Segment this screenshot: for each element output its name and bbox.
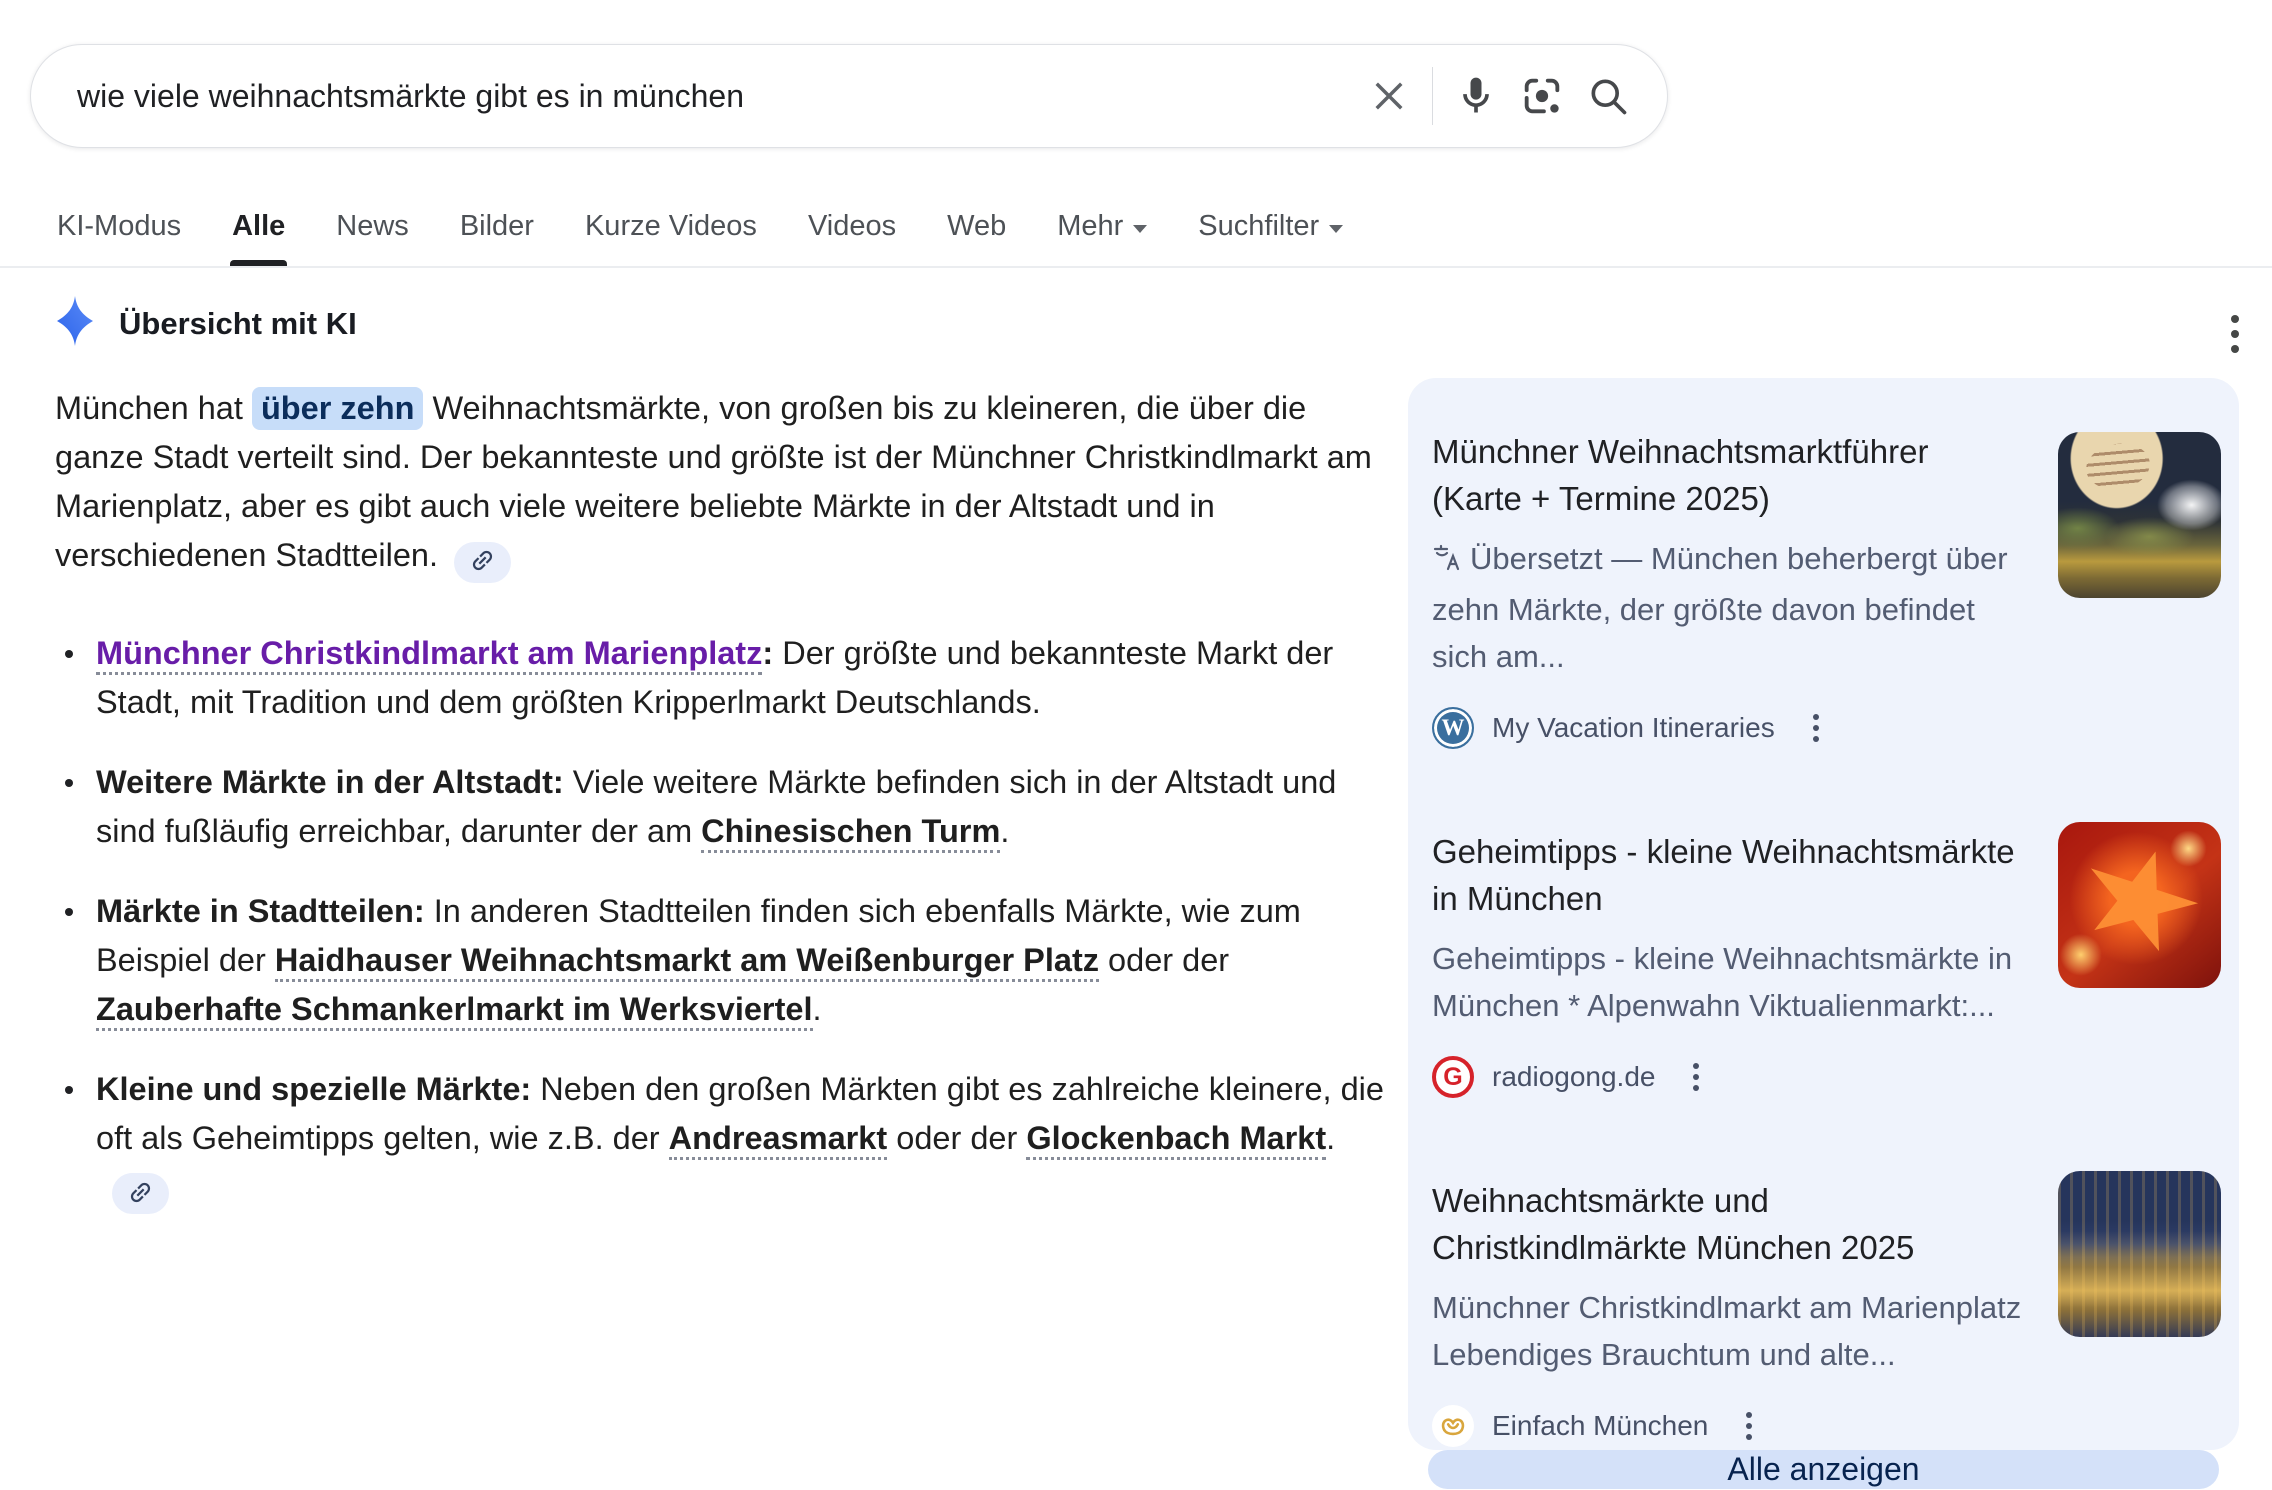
card-menu-button[interactable] [1740,1406,1758,1446]
market-link[interactable]: Chinesischen Turm [701,813,1000,853]
card-menu-button[interactable] [1807,708,1825,748]
source-link-chip[interactable] [454,542,511,583]
list-item: Kleine und spezielle Märkte: Neben den g… [55,1065,1387,1215]
bullet-text: oder der [1099,942,1229,978]
wordpress-logo-icon: W [1432,707,1474,749]
gemini-sparkle-icon [57,296,93,351]
tab-mehr-label: Mehr [1057,210,1123,242]
bullet-text: . [1000,813,1009,849]
highlighted-answer-phrase[interactable]: über zehn [252,387,424,430]
lens-search-button[interactable] [1509,63,1575,129]
tab-news[interactable]: News [334,196,411,266]
bullet-lead: Weitere Märkte in der Altstadt: [96,764,564,800]
source-attribution-row[interactable]: Einfach München [1432,1402,2217,1450]
source-card-thumbnail[interactable] [2058,432,2221,598]
card-menu-button[interactable] [1687,1057,1705,1097]
source-card-title[interactable]: Münchner Weihnachtsmarktführer (Karte + … [1432,428,2022,522]
search-bar[interactable] [30,44,1668,148]
camera-lens-icon [1519,73,1565,119]
list-item: Märkte in Stadtteilen: In anderen Stadtt… [55,887,1387,1034]
source-site-name: Einfach München [1492,1410,1708,1442]
search-submit-button[interactable] [1575,63,1641,129]
search-input[interactable] [75,77,1356,116]
radiogong-logo-icon: G [1432,1056,1474,1098]
list-item: Weitere Märkte in der Altstadt: Viele we… [55,758,1387,856]
source-attribution-row[interactable]: G radiogong.de [1432,1053,2217,1101]
searchbar-divider [1432,67,1433,125]
source-attribution-row[interactable]: W My Vacation Itineraries [1432,704,2217,752]
ai-overview-header: Übersicht mit KI [57,296,357,351]
source-site-name: My Vacation Itineraries [1492,712,1775,744]
source-card-thumbnail[interactable] [2058,822,2221,988]
source-card-title[interactable]: Weihnachtsmärkte und Christkindlmärkte M… [1432,1177,2022,1271]
microphone-icon [1454,74,1498,118]
search-icon [1586,74,1630,118]
market-link[interactable]: Andreasmarkt [669,1120,888,1160]
tab-mehr[interactable]: Mehr [1055,196,1149,266]
voice-search-button[interactable] [1443,63,1509,129]
clear-search-button[interactable] [1356,63,1422,129]
tab-kurze-videos[interactable]: Kurze Videos [583,196,759,266]
bullet-lead: Märkte in Stadtteilen: [96,893,425,929]
source-card-snippet: Münchner Christkindlmarkt am Marienplatz… [1432,1284,2022,1378]
source-card-thumbnail[interactable] [2058,1171,2221,1337]
market-link[interactable]: Haidhauser Weihnachtsmarkt am Weißenburg… [275,942,1099,982]
ai-overview-title: Übersicht mit KI [119,306,357,342]
kebab-icon [2231,315,2239,353]
chevron-down-icon [1329,225,1343,233]
answer-paragraph: München hat über zehn Weihnachtsmärkte, … [55,384,1387,583]
source-card[interactable]: Weihnachtsmärkte und Christkindlmärkte M… [1408,1131,2239,1450]
source-card-snippet: Geheimtipps - kleine Weihnachtsmärkte in… [1432,935,2022,1029]
source-card[interactable]: Geheimtipps - kleine Weihnachtsmärkte in… [1408,782,2239,1101]
market-link[interactable]: Glockenbach Markt [1026,1120,1326,1160]
tab-bilder[interactable]: Bilder [458,196,536,266]
bullet-separator: : [762,635,773,671]
tab-suchfilter[interactable]: Suchfilter [1196,196,1345,266]
answer-bullet-list: Münchner Christkindlmarkt am Marienplatz… [55,629,1387,1215]
tab-ki-modus[interactable]: KI-Modus [55,196,183,266]
tab-web[interactable]: Web [945,196,1008,266]
tab-suchfilter-label: Suchfilter [1198,210,1319,242]
ai-overview-answer: München hat über zehn Weihnachtsmärkte, … [55,384,1387,1245]
market-link[interactable]: Münchner Christkindlmarkt am Marienplatz [96,635,762,675]
source-link-chip[interactable] [112,1173,169,1214]
show-all-sources-button[interactable]: Alle anzeigen [1428,1450,2219,1489]
chevron-down-icon [1133,225,1147,233]
pretzel-logo-icon [1432,1405,1474,1447]
tab-videos[interactable]: Videos [806,196,898,266]
bullet-text: oder der [887,1120,1026,1156]
source-card-title[interactable]: Geheimtipps - kleine Weihnachtsmärkte in… [1432,828,2022,922]
results-tab-bar: KI-Modus Alle News Bilder Kurze Videos V… [0,196,2272,268]
tab-alle[interactable]: Alle [230,196,287,266]
sources-panel: Münchner Weihnachtsmarktführer (Karte + … [1408,378,2239,1450]
source-card[interactable]: Münchner Weihnachtsmarktführer (Karte + … [1408,378,2239,752]
bullet-text: . [1326,1120,1335,1156]
snippet-text: Übersetzt — München beherbergt über zehn… [1432,541,2008,674]
link-icon [127,1179,154,1209]
source-site-name: radiogong.de [1492,1061,1655,1093]
list-item: Münchner Christkindlmarkt am Marienplatz… [55,629,1387,727]
link-icon [469,547,496,577]
source-card-snippet: Übersetzt — München beherbergt über zehn… [1432,535,2022,680]
market-link[interactable]: Zauberhafte Schmankerlmarkt im Werksvier… [96,991,813,1031]
paragraph-text: München hat [55,390,252,426]
translate-icon [1432,539,1462,586]
bullet-text: . [813,991,822,1027]
ai-overview-menu-button[interactable] [2212,302,2258,366]
close-icon [1368,75,1410,117]
bullet-lead: Kleine und spezielle Märkte: [96,1071,531,1107]
